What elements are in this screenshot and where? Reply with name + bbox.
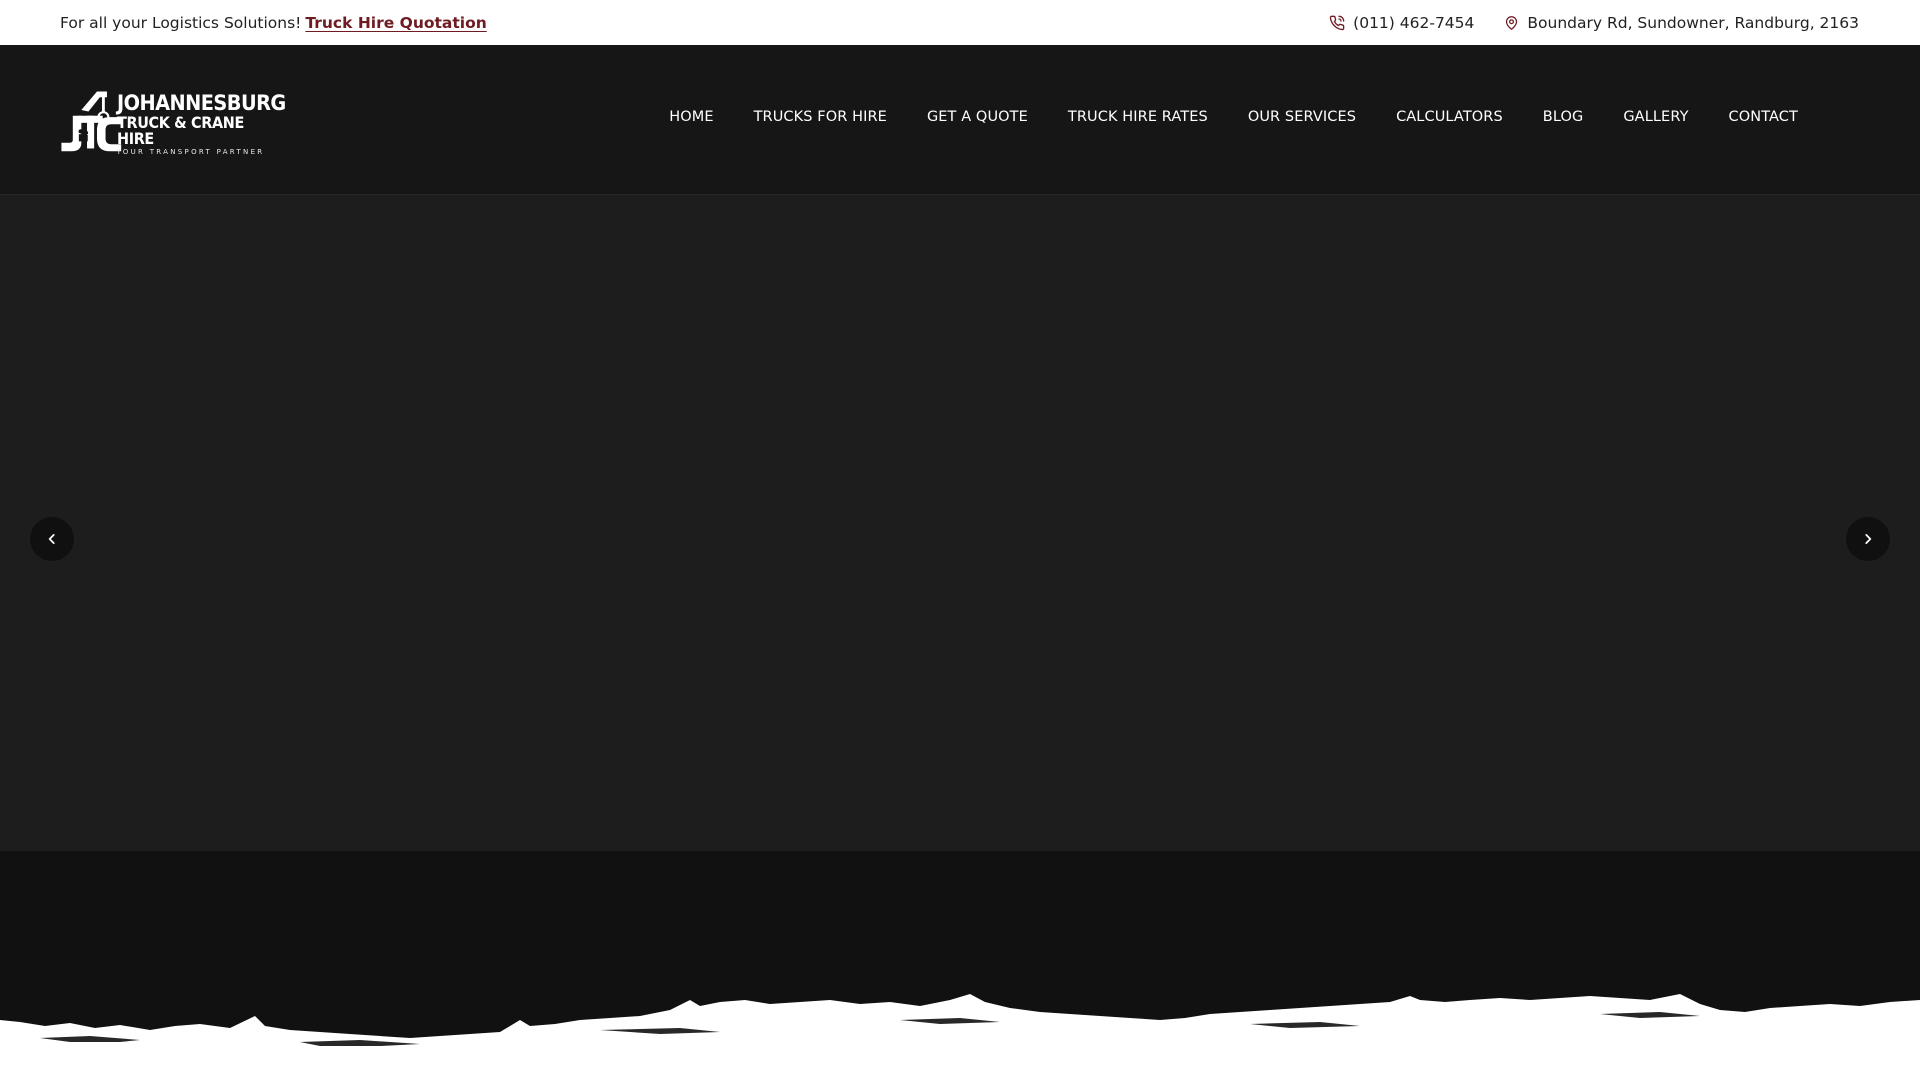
topbar-tagline: For all your Logistics Solutions! xyxy=(60,13,302,32)
brush-stroke-divider xyxy=(0,994,1920,1080)
nav-item-our-services[interactable]: OUR SERVICES xyxy=(1248,109,1356,125)
nav-item-blog[interactable]: BLOG xyxy=(1543,109,1584,125)
phone-contact[interactable]: (011) 462-7454 xyxy=(1329,14,1474,32)
truck-hire-quotation-link[interactable]: Truck Hire Quotation xyxy=(305,14,486,32)
nav-item-calculators[interactable]: CALCULATORS xyxy=(1396,109,1503,125)
phone-number: (011) 462-7454 xyxy=(1353,13,1475,32)
slider-next-button[interactable] xyxy=(1846,517,1890,561)
nav-item-get-a-quote[interactable]: GET A QUOTE xyxy=(927,109,1028,125)
chevron-right-icon xyxy=(1865,534,1872,544)
address-text: Boundary Rd, Sundowner, Randburg, 2163 xyxy=(1527,13,1859,32)
logo-tagline: YOUR TRANSPORT PARTNER xyxy=(116,148,265,156)
nav-item-contact[interactable]: CONTACT xyxy=(1729,109,1798,125)
top-info-bar: For all your Logistics Solutions! Truck … xyxy=(0,0,1920,45)
nav-item-home[interactable]: HOME xyxy=(669,109,713,125)
phone-icon xyxy=(1329,15,1345,31)
logo-line-2: TRUCK & CRANE HIRE xyxy=(116,113,244,148)
slider-prev-button[interactable] xyxy=(30,517,74,561)
address-contact[interactable]: Boundary Rd, Sundowner, Randburg, 2163 xyxy=(1504,14,1859,32)
chevron-left-icon xyxy=(48,534,55,544)
site-header: JOHANNESBURG TRUCK & CRANE HIRE YOUR TRA… xyxy=(0,45,1920,195)
site-logo[interactable]: JOHANNESBURG TRUCK & CRANE HIRE YOUR TRA… xyxy=(60,72,300,167)
main-navigation: HOME TRUCKS FOR HIRE GET A QUOTE TRUCK H… xyxy=(669,109,1860,125)
location-pin-icon xyxy=(1504,15,1519,31)
topbar-tagline-group: For all your Logistics Solutions! Truck … xyxy=(60,14,487,32)
logo-line-1: JOHANNESBURG xyxy=(116,91,286,115)
logo-wordmark: JOHANNESBURG TRUCK & CRANE HIRE YOUR TRA… xyxy=(117,93,300,156)
nav-item-truck-hire-rates[interactable]: TRUCK HIRE RATES xyxy=(1068,109,1208,125)
hero-slider xyxy=(0,195,1920,851)
jtc-monogram-icon xyxy=(61,91,122,151)
nav-item-trucks-for-hire[interactable]: TRUCKS FOR HIRE xyxy=(754,109,887,125)
lower-dark-section xyxy=(0,851,1920,1080)
nav-item-gallery[interactable]: GALLERY xyxy=(1623,109,1688,125)
topbar-contact-group: (011) 462-7454 Boundary Rd, Sundowner, R… xyxy=(1329,14,1860,32)
